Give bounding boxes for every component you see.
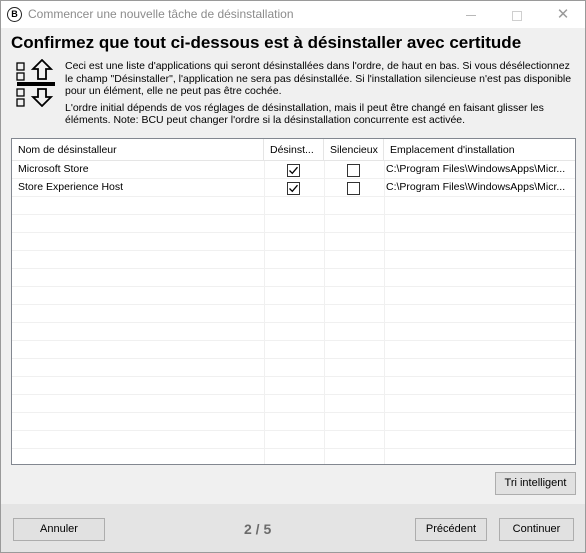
minimize-icon — [466, 15, 476, 17]
reorder-list-icon — [16, 58, 56, 108]
page-indicator: 2 / 5 — [244, 521, 272, 537]
row-gridline — [12, 232, 575, 233]
close-button[interactable]: ✕ — [540, 1, 586, 28]
uninstall-wizard-window: B Commencer une nouvelle tâche de désins… — [0, 0, 586, 553]
row-gridline — [12, 340, 575, 341]
column-header-name[interactable]: Nom de désinstalleur — [12, 139, 264, 161]
list-header: Nom de désinstalleur Désinst... Silencie… — [12, 139, 575, 161]
row-gridline — [12, 376, 575, 377]
smart-sort-button[interactable]: Tri intelligent — [495, 472, 576, 495]
row-gridline — [12, 178, 575, 179]
page-heading: Confirmez que tout ci-dessous est à dési… — [11, 33, 522, 52]
row-gridline — [12, 250, 575, 251]
row-name: Microsoft Store — [18, 163, 89, 175]
uninstall-checkbox[interactable] — [287, 164, 300, 177]
instructions: Ceci est une liste d'applications qui se… — [65, 60, 577, 131]
row-gridline — [12, 430, 575, 431]
cancel-button[interactable]: Annuler — [13, 518, 105, 541]
previous-button[interactable]: Précédent — [415, 518, 487, 541]
row-gridline — [12, 214, 575, 215]
wizard-footer: Annuler 2 / 5 Précédent Continuer — [1, 504, 585, 552]
row-gridline — [12, 304, 575, 305]
list-rows: Microsoft Store C:\Program Files\Windows… — [12, 161, 575, 464]
row-gridline — [12, 268, 575, 269]
row-gridline — [12, 448, 575, 449]
column-header-location[interactable]: Emplacement d'installation — [384, 139, 575, 161]
instructions-paragraph-2: L'ordre initial dépends de vos réglages … — [65, 101, 544, 127]
window-title: Commencer une nouvelle tâche de désinsta… — [28, 7, 294, 21]
minimize-button[interactable] — [448, 1, 494, 28]
uninstall-checkbox[interactable] — [287, 182, 300, 195]
checkmark-icon — [289, 166, 298, 175]
row-gridline — [12, 412, 575, 413]
app-logo-icon: B — [7, 7, 22, 22]
silent-checkbox[interactable] — [347, 164, 360, 177]
uninstall-list[interactable]: Nom de désinstalleur Désinst... Silencie… — [11, 138, 576, 465]
row-gridline — [12, 394, 575, 395]
close-icon: ✕ — [556, 6, 570, 23]
table-row[interactable]: Store Experience Host C:\Program Files\W… — [12, 179, 575, 196]
table-row[interactable]: Microsoft Store C:\Program Files\Windows… — [12, 161, 575, 178]
row-gridline — [12, 322, 575, 323]
column-header-silent[interactable]: Silencieux — [324, 139, 384, 161]
checkmark-icon — [289, 184, 298, 193]
row-gridline — [12, 358, 575, 359]
column-header-uninstall[interactable]: Désinst... — [264, 139, 324, 161]
row-location: C:\Program Files\WindowsApps\Micr... — [386, 181, 566, 193]
silent-checkbox[interactable] — [347, 182, 360, 195]
title-bar[interactable]: B Commencer une nouvelle tâche de désins… — [1, 1, 585, 28]
continue-button[interactable]: Continuer — [499, 518, 574, 541]
instructions-paragraph-1: Ceci est une liste d'applications qui se… — [65, 60, 572, 97]
row-name: Store Experience Host — [18, 181, 124, 193]
maximize-button[interactable] — [494, 1, 540, 28]
row-gridline — [12, 286, 575, 287]
row-location: C:\Program Files\WindowsApps\Micr... — [386, 163, 566, 175]
row-gridline — [12, 196, 575, 197]
maximize-icon — [512, 10, 522, 21]
